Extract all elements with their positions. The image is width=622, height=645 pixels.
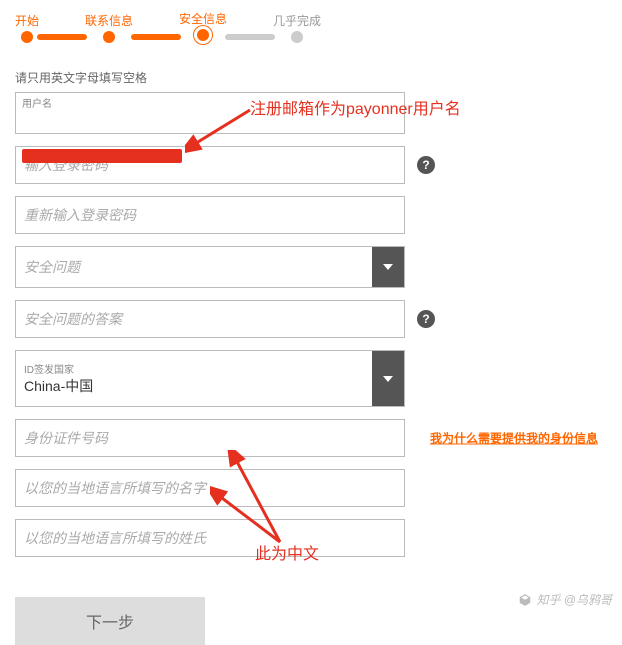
chevron-down-icon[interactable] — [372, 247, 404, 287]
chevron-down-icon[interactable] — [372, 351, 404, 406]
form-hint: 请只用英文字母填写空格 — [15, 69, 607, 86]
step-security: 安全信息 — [179, 10, 227, 44]
help-icon[interactable]: ? — [417, 310, 435, 328]
id-country-body: ID签发国家 China-中国 — [16, 351, 372, 406]
security-form: 请只用英文字母填写空格 用户名 ? 安全问题 ? ID签发国家 China-中国 — [0, 49, 622, 579]
security-question-value: 安全问题 — [16, 247, 372, 287]
step-label: 安全信息 — [179, 10, 227, 27]
security-answer-input[interactable] — [15, 300, 405, 338]
id-country-field-group: ID签发国家 China-中国 — [15, 350, 607, 407]
step-dot-current — [194, 26, 212, 44]
next-button[interactable]: 下一步 — [15, 597, 205, 645]
id-number-field-group: 我为什么需要提供我的身份信息 — [15, 419, 607, 457]
security-answer-field-group: ? — [15, 300, 607, 338]
step-label: 几乎完成 — [273, 12, 321, 29]
annotation-username: 注册邮箱作为payonner用户名 — [250, 95, 461, 119]
help-icon[interactable]: ? — [417, 156, 435, 174]
step-contact: 联系信息 — [85, 12, 133, 43]
password-confirm-input[interactable] — [15, 196, 405, 234]
zhihu-icon — [518, 593, 532, 607]
step-start: 开始 — [15, 12, 39, 43]
id-info-link[interactable]: 我为什么需要提供我的身份信息 — [430, 430, 598, 447]
step-label: 开始 — [15, 12, 39, 29]
id-country-select[interactable]: ID签发国家 China-中国 — [15, 350, 405, 407]
arrow-icon — [185, 105, 255, 155]
id-country-label: ID签发国家 — [24, 361, 364, 376]
step-dot — [21, 31, 33, 43]
step-almost-done: 几乎完成 — [273, 12, 321, 43]
security-question-select[interactable]: 安全问题 — [15, 246, 405, 288]
security-question-field-group: 安全问题 — [15, 246, 607, 288]
redaction-mark — [22, 149, 182, 163]
step-label: 联系信息 — [85, 12, 133, 29]
step-bar — [131, 34, 181, 40]
step-dot — [291, 31, 303, 43]
step-dot — [103, 31, 115, 43]
arrow-icon — [210, 450, 310, 550]
progress-stepper: 开始 联系信息 安全信息 几乎完成 — [0, 0, 622, 49]
watermark: 知乎 @乌鸦哥 — [518, 591, 612, 608]
step-bar — [37, 34, 87, 40]
id-country-value: China-中国 — [24, 376, 364, 396]
step-bar — [225, 34, 275, 40]
password-confirm-field-group — [15, 196, 607, 234]
local-firstname-field-group — [15, 469, 607, 507]
